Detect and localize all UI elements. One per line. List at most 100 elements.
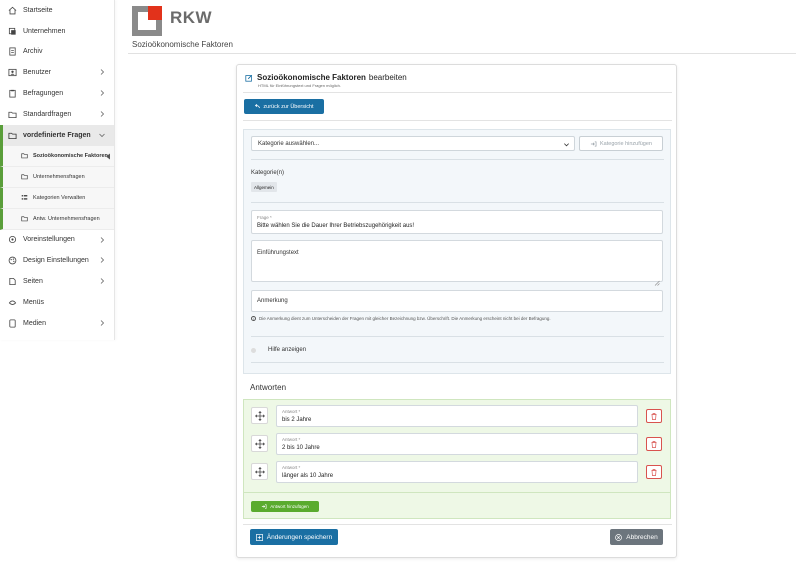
move-icon <box>254 466 265 477</box>
divider <box>251 362 664 363</box>
back-arrow-icon <box>254 104 261 109</box>
category-badge: Allgemein <box>251 182 277 192</box>
back-button[interactable]: zurück zur Übersicht <box>244 99 324 114</box>
sidebar-item-design[interactable]: Design Einstellungen <box>0 250 114 271</box>
category-select[interactable]: Kategorie auswählen... <box>251 136 575 151</box>
folder-icon <box>21 215 28 222</box>
sidebar-item-label: Design Einstellungen <box>23 257 89 265</box>
sign-in-icon <box>590 141 597 147</box>
note-hint-text: Die Anmerkung dient zum Unterscheiden de… <box>259 316 551 321</box>
pages-icon <box>8 277 17 286</box>
sidebar-item-label: Startseite <box>23 6 53 14</box>
chevron-down-icon <box>563 141 570 150</box>
brand-name: RKW <box>170 8 213 27</box>
drag-handle[interactable] <box>251 463 268 480</box>
delete-answer-button[interactable] <box>646 465 662 479</box>
info-icon: i <box>251 316 256 321</box>
sidebar-item-label: Standardfragen <box>23 110 72 118</box>
sidebar-item-label: Seiten <box>23 278 43 286</box>
media-icon <box>8 319 17 328</box>
save-icon <box>255 533 263 541</box>
help-toggle[interactable]: Hilfe anzeigen <box>251 347 306 353</box>
divider <box>251 159 664 160</box>
sidebar: Startseite Unternehmen Archiv Benutzer B… <box>0 0 115 340</box>
sidebar-item-label: Medien <box>23 319 46 327</box>
toggle-switch[interactable] <box>251 347 260 353</box>
question-input[interactable]: Frage * Bitte wählen Sie die Dauer Ihrer… <box>251 210 663 234</box>
question-value: Bitte wählen Sie die Dauer Ihrer Betrieb… <box>257 223 415 229</box>
intro-textarea[interactable]: Einführungstext <box>251 240 663 286</box>
card-title-rest: bearbeiten <box>368 73 407 82</box>
back-button-label: zurück zur Übersicht <box>263 103 314 110</box>
move-icon <box>254 410 265 421</box>
caret-left-icon <box>105 153 111 162</box>
users-icon <box>8 68 17 77</box>
sidebar-subitem-label: Kategorien Verwalten <box>33 194 86 201</box>
answers-panel: Antwort * bis 2 Jahre Antwort * 2 bis 10… <box>243 399 671 493</box>
chevron-right-icon <box>98 110 106 118</box>
menu-icon <box>8 298 17 307</box>
sidebar-subitem-unternehmensfragen[interactable]: Unternehmensfragen <box>0 166 114 188</box>
help-toggle-label: Hilfe anzeigen <box>268 347 307 353</box>
divider <box>243 524 672 525</box>
sidebar-item-medien[interactable]: Medien <box>0 313 114 334</box>
category-select-value: Kategorie auswählen... <box>258 140 320 147</box>
resize-handle-icon[interactable] <box>654 273 660 286</box>
sidebar-item-befragungen[interactable]: Befragungen <box>0 83 114 104</box>
sidebar-item-standardfragen[interactable]: Standardfragen <box>0 104 114 125</box>
sidebar-item-benutzer[interactable]: Benutzer <box>0 62 114 83</box>
cancel-button[interactable]: Abbrechen <box>610 529 663 545</box>
delete-answer-button[interactable] <box>646 437 662 451</box>
folder-icon <box>21 152 28 159</box>
answers-heading: Antworten <box>250 383 287 392</box>
chevron-right-icon <box>98 277 106 285</box>
building-icon <box>8 27 17 36</box>
sidebar-subitem-kategorien[interactable]: Kategorien Verwalten <box>0 187 114 209</box>
save-button-label: Änderungen speichern <box>266 533 333 541</box>
divider <box>243 92 672 93</box>
categories-label: Kategorie(n) <box>251 170 285 176</box>
sidebar-item-voreinstellungen[interactable]: Voreinstellungen <box>0 230 114 251</box>
sidebar-subitem-sozio[interactable]: Sozioökonomische Faktoren <box>0 145 114 167</box>
sidebar-item-seiten[interactable]: Seiten <box>0 271 114 292</box>
home-icon <box>8 6 17 15</box>
answer-value: länger als 10 Jahre <box>282 473 334 479</box>
folder-icon <box>21 173 28 180</box>
chevron-right-icon <box>98 68 106 76</box>
sidebar-item-archiv[interactable]: Archiv <box>0 42 114 63</box>
folder-open-icon <box>8 131 17 140</box>
close-circle-icon <box>615 533 623 541</box>
card-subtitle: HTML für Einführungstext und Fragen mögl… <box>258 83 342 88</box>
answer-value: 2 bis 10 Jahre <box>282 445 320 451</box>
drag-handle[interactable] <box>251 407 268 424</box>
answer-value: bis 2 Jahre <box>282 417 312 423</box>
sidebar-item-vordefinierte-fragen[interactable]: vordefinierte Fragen <box>0 124 114 146</box>
sidebar-item-unternehmen[interactable]: Unternehmen <box>0 21 114 42</box>
save-button[interactable]: Änderungen speichern <box>250 529 338 545</box>
answer-input[interactable]: Antwort * bis 2 Jahre <box>276 405 638 427</box>
note-hint: i Die Anmerkung dient zum Unterscheiden … <box>251 316 551 321</box>
sidebar-item-label: Benutzer <box>23 69 52 77</box>
edit-icon <box>245 74 253 82</box>
note-input[interactable]: Anmerkung <box>251 290 663 312</box>
sign-in-icon <box>261 504 267 509</box>
trash-icon <box>651 440 657 448</box>
divider <box>251 202 664 203</box>
sidebar-subitem-label: Sozioökonomische Faktoren <box>33 152 108 159</box>
intro-placeholder: Einführungstext <box>257 250 299 256</box>
chevron-down-icon <box>98 131 106 139</box>
sidebar-item-label: vordefinierte Fragen <box>23 131 91 139</box>
sidebar-subitem-antw[interactable]: Antw. Unternehmensfragen <box>0 208 114 230</box>
answer-input[interactable]: Antwort * 2 bis 10 Jahre <box>276 433 638 455</box>
delete-answer-button[interactable] <box>646 409 662 423</box>
list-icon <box>21 194 28 201</box>
sidebar-item-startseite[interactable]: Startseite <box>0 0 114 21</box>
cancel-button-label: Abbrechen <box>626 533 658 541</box>
answer-input[interactable]: Antwort * länger als 10 Jahre <box>276 461 638 483</box>
drag-handle[interactable] <box>251 435 268 452</box>
sidebar-item-label: Archiv <box>23 48 43 56</box>
add-category-button[interactable]: Kategorie hinzufügen <box>579 136 663 151</box>
add-answer-button[interactable]: Antwort hinzufügen <box>251 501 319 512</box>
sidebar-item-menus[interactable]: Menüs <box>0 292 114 313</box>
move-icon <box>254 438 265 449</box>
